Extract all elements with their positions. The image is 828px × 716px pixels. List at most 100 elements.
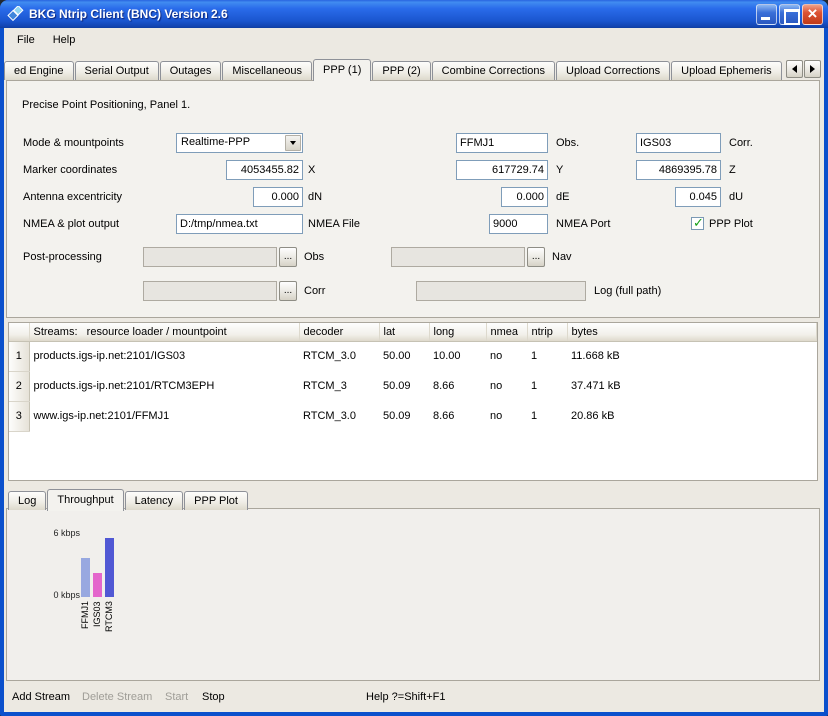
col-header-bytes[interactable]: bytes	[567, 323, 817, 341]
cell-mountpoint: www.igs-ip.net:2101/FFMJ1	[29, 401, 299, 431]
delete-stream-button[interactable]: Delete Stream	[82, 691, 152, 703]
client-area: File Help ed Engine Serial Output Outage…	[4, 28, 824, 712]
cell-lat: 50.09	[379, 371, 429, 401]
tab-ppp-2[interactable]: PPP (2)	[372, 61, 430, 80]
col-header-ntrip[interactable]: ntrip	[527, 323, 567, 341]
tab-ppp-plot[interactable]: PPP Plot	[184, 491, 248, 510]
bar-plot	[81, 534, 114, 597]
tab-upload-ephemeris[interactable]: Upload Ephemeris	[671, 61, 782, 80]
streams-table: Streams: resource loader / mountpoint de…	[8, 322, 818, 481]
maximize-button[interactable]	[779, 4, 800, 25]
post-obs-file-field	[143, 247, 277, 267]
cell-decoder: RTCM_3	[299, 371, 379, 401]
help-shortcut-label: Help ?=Shift+F1	[366, 691, 446, 703]
cell-ntrip: 1	[527, 341, 567, 371]
menu-help[interactable]: Help	[44, 31, 85, 49]
table-row[interactable]: 3 www.igs-ip.net:2101/FFMJ1 RTCM_3.0 50.…	[9, 401, 817, 431]
bar-label: FFMJ1	[81, 601, 90, 639]
antenna-label: Antenna excentricity	[23, 187, 122, 207]
close-button[interactable]	[802, 4, 823, 25]
post-corr-file-field	[143, 281, 277, 301]
cell-nmea: no	[486, 341, 527, 371]
chevron-down-icon[interactable]	[285, 135, 301, 151]
dn-label: dN	[308, 187, 322, 207]
start-button[interactable]: Start	[165, 691, 188, 703]
tab-throughput[interactable]: Throughput	[47, 489, 123, 511]
ppp-plot-checkbox[interactable]	[691, 217, 704, 230]
menu-file[interactable]: File	[8, 31, 44, 49]
col-header-nmea[interactable]: nmea	[486, 323, 527, 341]
z-label: Z	[729, 160, 736, 180]
bar-labels: FFMJ1 IGS03 RTCM3	[81, 601, 114, 639]
main-tab-bar: ed Engine Serial Output Outages Miscella…	[4, 58, 824, 80]
post-corr-browse-button[interactable]: ...	[279, 281, 297, 301]
post-nav-browse-button[interactable]: ...	[527, 247, 545, 267]
tab-upload-corrections[interactable]: Upload Corrections	[556, 61, 670, 80]
tab-ppp-1[interactable]: PPP (1)	[313, 59, 371, 81]
corr-mountpoint-input[interactable]	[636, 133, 721, 153]
marker-label: Marker coordinates	[23, 160, 117, 180]
post-obs-browse-button[interactable]: ...	[279, 247, 297, 267]
mode-label: Mode & mountpoints	[23, 133, 124, 153]
col-header-decoder[interactable]: decoder	[299, 323, 379, 341]
cell-ntrip: 1	[527, 401, 567, 431]
post-nav-label: Nav	[552, 247, 572, 267]
obs-mountpoint-input[interactable]	[456, 133, 548, 153]
nmea-file-input[interactable]	[176, 214, 303, 234]
antenna-du-input[interactable]	[675, 187, 721, 207]
post-obs-label: Obs	[304, 247, 324, 267]
ppp-plot-label: PPP Plot	[709, 214, 753, 234]
table-row[interactable]: 1 products.igs-ip.net:2101/IGS03 RTCM_3.…	[9, 341, 817, 371]
marker-z-input[interactable]	[636, 160, 721, 180]
cell-ntrip: 1	[527, 371, 567, 401]
tab-scroll-right-button[interactable]	[804, 60, 821, 78]
minimize-button[interactable]	[756, 4, 777, 25]
cell-long: 10.00	[429, 341, 486, 371]
obs-label: Obs.	[556, 133, 579, 153]
marker-y-input[interactable]	[456, 160, 548, 180]
stop-button[interactable]: Stop	[202, 691, 225, 703]
cell-nmea: no	[486, 371, 527, 401]
add-stream-button[interactable]: Add Stream	[12, 691, 70, 703]
col-header-lat[interactable]: lat	[379, 323, 429, 341]
post-log-label: Log (full path)	[594, 281, 661, 301]
corner-header	[9, 323, 29, 341]
status-bar: Add Stream Delete Stream Start Stop Help…	[4, 684, 824, 712]
cell-long: 8.66	[429, 371, 486, 401]
nmea-file-label: NMEA File	[308, 214, 360, 234]
y-label: Y	[556, 160, 563, 180]
cell-decoder: RTCM_3.0	[299, 401, 379, 431]
title-bar[interactable]: BKG Ntrip Client (BNC) Version 2.6	[0, 0, 828, 28]
antenna-de-input[interactable]	[501, 187, 548, 207]
mode-value: Realtime-PPP	[181, 136, 250, 148]
antenna-dn-input[interactable]	[253, 187, 303, 207]
nmea-port-input[interactable]	[489, 214, 548, 234]
col-header-mountpoint[interactable]: Streams: resource loader / mountpoint	[29, 323, 299, 341]
tab-latency[interactable]: Latency	[125, 491, 184, 510]
cell-bytes: 20.86 kB	[567, 401, 817, 431]
chart-bar	[81, 558, 90, 597]
post-corr-label: Corr	[304, 281, 325, 301]
window-title: BKG Ntrip Client (BNC) Version 2.6	[29, 7, 756, 21]
ppp1-panel: Precise Point Positioning, Panel 1. Mode…	[6, 80, 820, 318]
cell-bytes: 11.668 kB	[567, 341, 817, 371]
throughput-chart: 6 kbps 0 kbps FFMJ1 IGS03 RTCM3	[6, 508, 820, 681]
chart-bar	[105, 538, 114, 597]
tab-miscellaneous[interactable]: Miscellaneous	[222, 61, 312, 80]
col-header-long[interactable]: long	[429, 323, 486, 341]
ytick-max: 6 kbps	[34, 528, 80, 538]
tab-feed-engine[interactable]: ed Engine	[4, 61, 74, 80]
tab-scroll-left-button[interactable]	[786, 60, 803, 78]
tab-combine-corrections[interactable]: Combine Corrections	[432, 61, 555, 80]
cell-decoder: RTCM_3.0	[299, 341, 379, 371]
table-row[interactable]: 2 products.igs-ip.net:2101/RTCM3EPH RTCM…	[9, 371, 817, 401]
app-icon	[7, 5, 25, 23]
nmea-label: NMEA & plot output	[23, 214, 119, 234]
table-header-row: Streams: resource loader / mountpoint de…	[9, 323, 817, 341]
mode-dropdown[interactable]: Realtime-PPP	[176, 133, 303, 153]
marker-x-input[interactable]	[226, 160, 303, 180]
tab-log[interactable]: Log	[8, 491, 46, 510]
cell-lat: 50.00	[379, 341, 429, 371]
tab-serial-output[interactable]: Serial Output	[75, 61, 159, 80]
tab-outages[interactable]: Outages	[160, 61, 222, 80]
